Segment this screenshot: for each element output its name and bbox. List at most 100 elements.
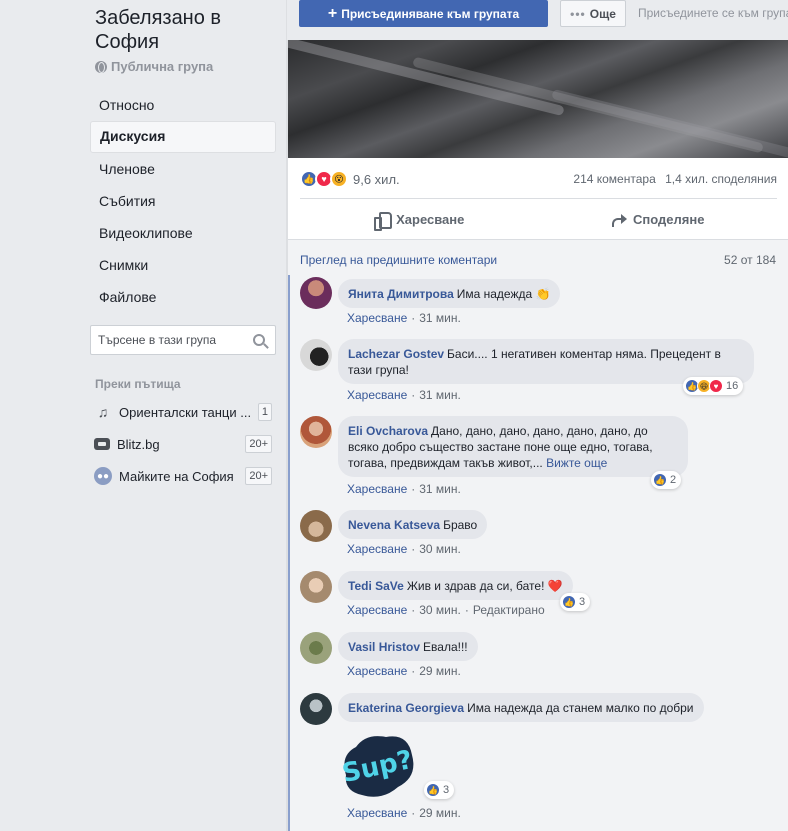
comment-bubble: Tedi SaVe Жив и здрав да си, бате! ❤️	[338, 571, 573, 600]
shortcut-item[interactable]: ♫ Ориенталски танци ... 1	[94, 402, 272, 422]
comment: Nevena Katseva Браво Харесване · 30 мин.	[300, 510, 780, 560]
comment-author[interactable]: Tedi SaVe	[348, 579, 404, 593]
comment-like-link[interactable]: Харесване	[347, 603, 407, 617]
comment-author[interactable]: Lachezar Gostev	[348, 347, 444, 361]
comment-time[interactable]: 30 мин.	[419, 542, 461, 556]
share-arrow-icon	[611, 212, 628, 227]
group-nav: Относно Дискусия Членове Събития Видеокл…	[90, 89, 276, 313]
comment-bubble: Vasil Hristov Евала!!!	[338, 632, 478, 661]
shortcuts-title: Преки пътища	[95, 377, 181, 391]
comment: Янита Димитрова Има надежда 👏 Харесване · 3…	[300, 277, 780, 327]
comment-time[interactable]: 29 мин.	[419, 806, 461, 820]
group-icon: ●●	[94, 467, 112, 485]
comment-meta: Харесване · 30 мин.	[347, 542, 461, 556]
post-card: 👍 ♥ 😮 9,6 хил. 214 коментара 1,4 хил. сп…	[287, 40, 788, 831]
comment-time[interactable]: 31 мин.	[419, 482, 461, 496]
shortcut-count: 20+	[245, 467, 272, 485]
group-search-input[interactable]	[91, 326, 241, 354]
shortcut-label: Blitz.bg	[117, 436, 160, 452]
comment-bubble: Ekaterina Georgieva Има надежда да станем…	[338, 693, 704, 722]
nav-item-photos[interactable]: Снимки	[90, 249, 276, 281]
comment-text: Има надежда 👏	[456, 287, 551, 301]
join-group-label: Присъединяване към групата	[341, 6, 520, 21]
avatar[interactable]	[300, 277, 332, 309]
comment-like-link[interactable]: Харесване	[347, 806, 407, 820]
comment: Lachezar Gostev Баси.... 1 негативен коме…	[300, 339, 780, 405]
comment-like-link[interactable]: Харесване	[347, 388, 407, 402]
comments-pagination: 52 от 184	[724, 253, 776, 267]
reactions-summary[interactable]: 👍 ♥ 😮 9,6 хил.	[300, 170, 400, 188]
comment-bubble: Nevena Katseva Браво	[338, 510, 488, 539]
like-reaction-icon: 👍	[653, 473, 667, 487]
shortcut-label: Ориенталски танци ...	[119, 404, 252, 420]
thumbs-up-icon	[374, 211, 393, 231]
comment-like-link[interactable]: Харесване	[347, 482, 407, 496]
group-privacy-label: Публична група	[111, 59, 214, 74]
post-actions: Харесване Споделяне	[300, 198, 777, 239]
comment-text: Евала!!!	[423, 640, 468, 654]
comment-time[interactable]: 31 мин.	[419, 311, 461, 325]
see-more-link[interactable]: Вижте още	[546, 456, 607, 470]
comments-count[interactable]: 214 коментара	[573, 172, 655, 186]
comment-author[interactable]: Ekaterina Georgieva	[348, 701, 464, 715]
comment-meta: Харесване · 31 мин.	[347, 482, 461, 496]
shortcut-label: Майките на София	[119, 468, 234, 484]
plus-icon: +	[327, 4, 338, 22]
shortcut-count: 20+	[245, 435, 272, 453]
comment-author[interactable]: Янита Димитрова	[348, 287, 454, 301]
comment-like-link[interactable]: Харесване	[347, 664, 407, 678]
avatar[interactable]	[300, 416, 332, 448]
nav-item-events[interactable]: Събития	[90, 185, 276, 217]
nav-item-members[interactable]: Членове	[90, 153, 276, 185]
comment-meta: Харесване · 31 мин.	[347, 388, 461, 402]
comment-time[interactable]: 31 мин.	[419, 388, 461, 402]
nav-item-files[interactable]: Файлове	[90, 281, 276, 313]
avatar[interactable]	[300, 510, 332, 542]
comment-reactions[interactable]: 👍 😆 ♥ 16	[683, 377, 744, 395]
reaction-count: 3	[443, 784, 450, 796]
post-image[interactable]	[288, 40, 788, 158]
comment-time[interactable]: 29 мин.	[419, 664, 461, 678]
comment-bubble: Янита Димитрова Има надежда 👏	[338, 279, 561, 308]
nav-item-discussion[interactable]: Дискусия	[90, 121, 276, 153]
shortcut-count: 1	[257, 403, 272, 421]
avatar[interactable]	[300, 693, 332, 725]
comment-like-link[interactable]: Харесване	[347, 311, 407, 325]
shortcut-item[interactable]: ●● Майките на София 20+	[94, 466, 272, 486]
comment-reactions[interactable]: 👍 2	[651, 471, 682, 489]
globe-icon	[95, 60, 107, 73]
group-privacy: Публична група	[95, 59, 213, 74]
comment-author[interactable]: Eli Ovcharova	[348, 424, 428, 438]
nav-item-about[interactable]: Относно	[90, 89, 276, 121]
like-button[interactable]: Харесване	[300, 199, 539, 239]
join-group-button[interactable]: + Присъединяване към групата	[299, 0, 548, 27]
comment-meta: Харесване · 29 мин.	[347, 664, 461, 678]
avatar[interactable]	[300, 632, 332, 664]
comment-reactions[interactable]: 👍 3	[424, 781, 455, 799]
music-note-icon: ♫	[97, 404, 109, 420]
share-button[interactable]: Споделяне	[539, 199, 778, 239]
reaction-count: 3	[579, 596, 586, 608]
comment-author[interactable]: Nevena Katseva	[348, 518, 440, 532]
comment-meta: Харесване · 29 мин.	[347, 806, 461, 820]
more-button[interactable]: ••• Още	[560, 0, 626, 27]
sticker-image[interactable]: Sup?	[338, 725, 418, 805]
group-search	[90, 325, 276, 355]
comment-text: Има надежда да станем малко по добри	[467, 701, 694, 715]
comment-text: Жив и здрав да си, бате! ❤️	[406, 579, 563, 593]
comment-time[interactable]: 30 мин.	[419, 603, 461, 617]
search-icon[interactable]	[253, 334, 265, 346]
comment-text: Браво	[443, 518, 478, 532]
comment-reactions[interactable]: 👍 3	[560, 593, 591, 611]
shares-count[interactable]: 1,4 хил. споделяния	[665, 172, 777, 186]
comment-like-link[interactable]: Харесване	[347, 542, 407, 556]
avatar[interactable]	[300, 571, 332, 603]
avatar[interactable]	[300, 339, 332, 371]
shortcut-item[interactable]: Blitz.bg 20+	[94, 434, 272, 454]
nav-item-videos[interactable]: Видеоклипове	[90, 217, 276, 249]
view-previous-comments-link[interactable]: Преглед на предишните коментари	[300, 253, 497, 267]
comment-edited[interactable]: Редактирано	[473, 603, 545, 617]
join-hint: Присъединете се към групата	[638, 6, 788, 20]
comment-author[interactable]: Vasil Hristov	[348, 640, 420, 654]
group-title[interactable]: Забелязано в София	[95, 6, 275, 54]
